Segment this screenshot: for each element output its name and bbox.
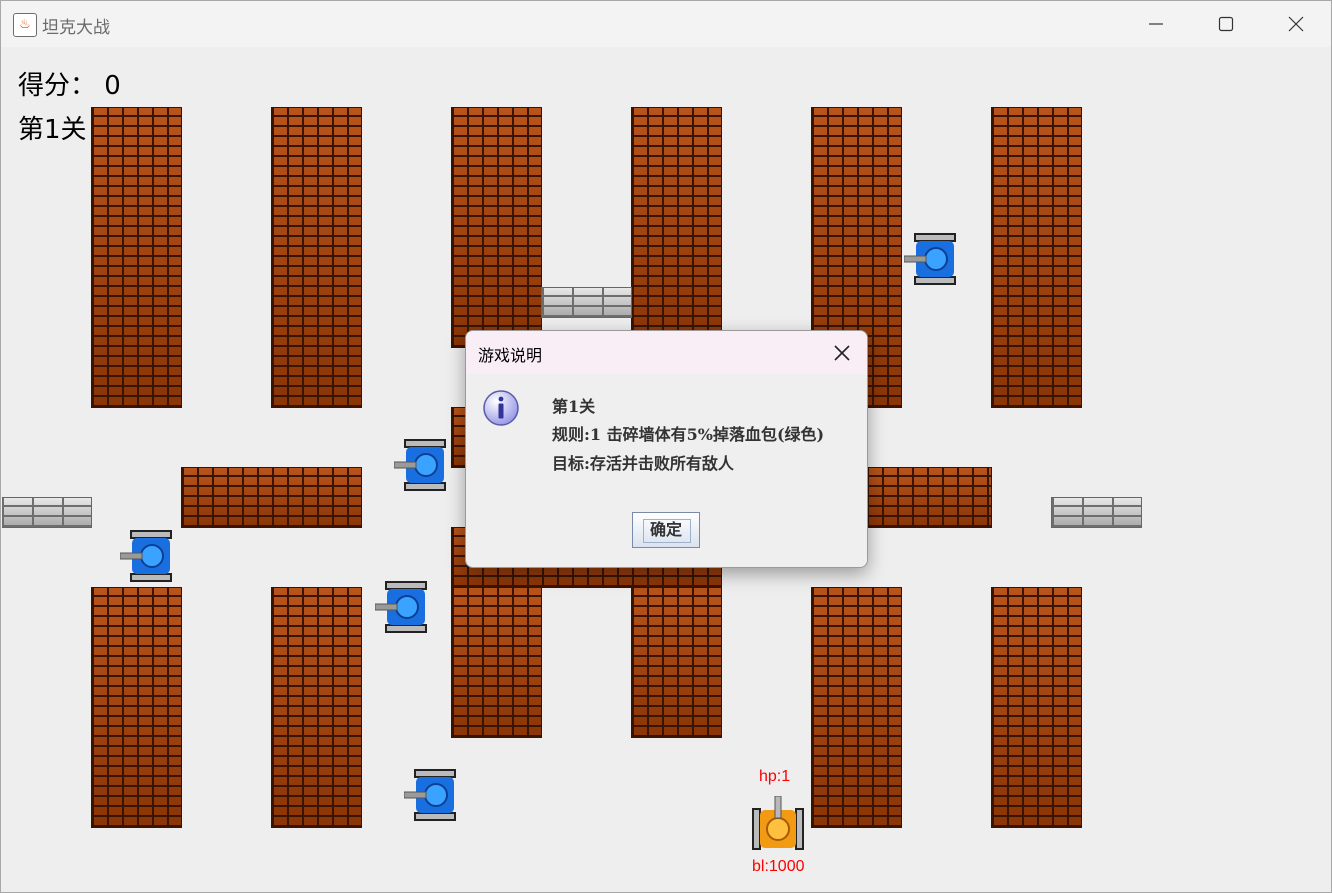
enemy-tank xyxy=(394,438,448,492)
steel-wall xyxy=(2,497,92,528)
dialog-title: 游戏说明 xyxy=(478,346,543,365)
steel-wall xyxy=(541,287,632,318)
title-bar[interactable]: ♨ 坦克大战 xyxy=(1,1,1331,47)
level-label: 第1关 xyxy=(18,115,87,145)
ok-button[interactable]: 确定 xyxy=(632,512,700,548)
brick-wall xyxy=(451,587,542,738)
steel-wall xyxy=(1051,497,1142,528)
brick-wall xyxy=(451,107,542,348)
enemy-tank xyxy=(904,232,958,286)
brick-wall xyxy=(271,587,362,828)
player-hp-label: hp:1 xyxy=(759,768,791,785)
brick-wall xyxy=(991,587,1082,828)
dialog-close-button[interactable] xyxy=(832,343,852,363)
brick-wall xyxy=(991,107,1082,408)
dialog-title-bar[interactable]: 游戏说明 xyxy=(466,331,867,374)
close-icon xyxy=(834,345,850,361)
maximize-button[interactable] xyxy=(1191,1,1261,47)
brick-wall xyxy=(811,587,902,828)
enemy-tank xyxy=(404,768,458,822)
enemy-tank xyxy=(120,529,174,583)
maximize-icon xyxy=(1218,16,1234,32)
brick-wall xyxy=(866,467,992,528)
dialog-level-text: 第1关 xyxy=(552,397,596,416)
close-window-button[interactable] xyxy=(1261,1,1331,47)
minimize-button[interactable] xyxy=(1121,1,1191,47)
close-icon xyxy=(1288,16,1304,32)
info-icon xyxy=(482,389,520,427)
player-bl-label: bl:1000 xyxy=(752,858,805,875)
dialog-rules-text: 规则:1 击碎墙体有5%掉落血包(绿色) xyxy=(552,425,825,444)
java-cup-icon: ♨ xyxy=(13,13,37,37)
brick-wall xyxy=(631,587,722,738)
dialog-goal-text: 目标:存活并击败所有敌人 xyxy=(552,454,734,473)
window-title: 坦克大战 xyxy=(42,18,110,38)
enemy-tank xyxy=(375,580,429,634)
player-tank[interactable] xyxy=(751,796,805,852)
brick-wall xyxy=(181,467,362,528)
brick-wall xyxy=(91,587,182,828)
brick-wall xyxy=(91,107,182,408)
focus-ring xyxy=(643,519,691,543)
minimize-icon xyxy=(1149,23,1163,25)
game-instructions-dialog: 游戏说明 第1关 规则:1 击碎墙体有5%掉落血包(绿色) 目标:存活并击败所有… xyxy=(465,330,868,568)
brick-wall xyxy=(631,107,722,348)
score-label: 得分： 0 xyxy=(18,71,121,101)
brick-wall xyxy=(271,107,362,408)
